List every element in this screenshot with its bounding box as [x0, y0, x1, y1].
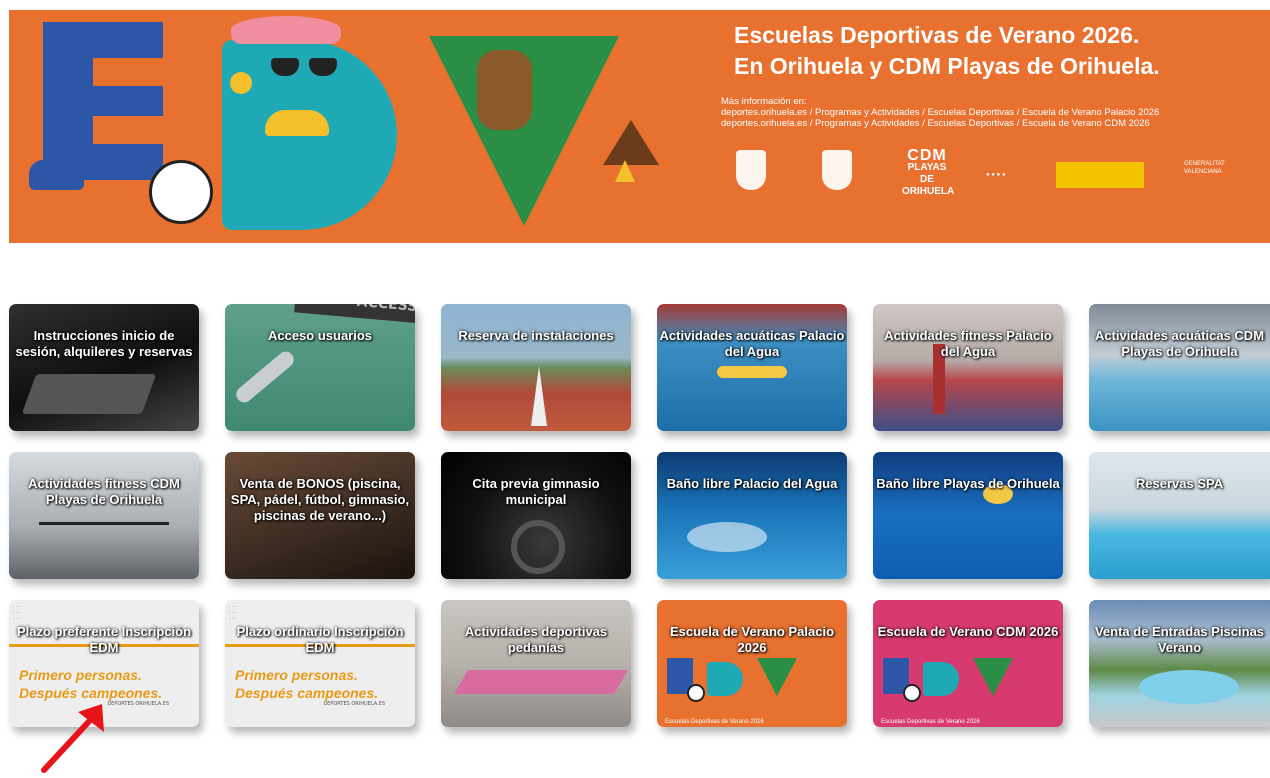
- track-lane-line: [531, 366, 547, 426]
- tile-label: Actividades acuáticas Palacio del Agua: [659, 328, 845, 359]
- generalitat-text: GENERALITAT VALENCIANA: [1184, 161, 1225, 175]
- tile-acuaticas-palacio[interactable]: Actividades acuáticas Palacio del Agua: [657, 304, 847, 431]
- tile-label: Venta de Entradas Piscinas Verano: [1094, 624, 1265, 655]
- sponsor-logos: CDM PLAYAS DE ORIHUELA ● ● ● ● GENERALIT…: [724, 147, 1259, 200]
- banner-info-heading: Más información en:: [721, 96, 807, 107]
- tile-bano-libre-palacio[interactable]: Baño libre Palacio del Agua: [657, 452, 847, 579]
- sun-hat-icon: [231, 16, 341, 44]
- tile-footer-text: Escuelas Deportivas de Verano 2026: [665, 719, 764, 725]
- tile-plazo-ordinario[interactable]: · · · · · · · · · Plazo ordinario Inscripc…: [225, 600, 415, 727]
- tile-venta-entradas-piscinas[interactable]: Venta de Entradas Piscinas Verano: [1089, 600, 1270, 727]
- tile-label: Acceso usuarios: [267, 328, 373, 343]
- swimmer-graphic: [717, 366, 787, 378]
- tile-label: Actividades fitness Palacio del Agua: [884, 328, 1052, 359]
- tile-escuela-verano-cdm[interactable]: Escuela de Verano CDM 2026 Escuelas Depo…: [873, 600, 1063, 727]
- soccer-ball-icon: [149, 160, 213, 224]
- tile-slogan: Primero personas. Después campeones.: [19, 666, 162, 702]
- dumbbell-icon: [511, 520, 565, 574]
- yoga-mat-graphic: [454, 670, 628, 694]
- tile-label: Actividades deportivas pedanías: [464, 624, 608, 655]
- tile-label: Cita previa gimnasio municipal: [472, 476, 600, 507]
- concejalia-deportes-logo: [822, 150, 852, 190]
- tree-icon: [615, 160, 635, 182]
- tile-bano-libre-playas[interactable]: Baño libre Playas de Orihuela: [873, 452, 1063, 579]
- gobierno-espana-logo: [1056, 162, 1144, 188]
- hero-banner[interactable]: Escuelas Deportivas de Verano 2026. En O…: [9, 10, 1270, 243]
- bikini-icon: [265, 110, 329, 136]
- splash-graphic: [687, 522, 767, 552]
- tile-actividades-pedanias[interactable]: Actividades deportivas pedanías: [441, 600, 631, 727]
- orihuela-city-shield-logo: [736, 150, 766, 190]
- tile-venta-bonos[interactable]: Venta de BONOS (piscina, SPA, pádel, fút…: [225, 452, 415, 579]
- cdm-logo-line-3: ORIHUELA: [902, 186, 955, 197]
- cdm-playas-orihuela-logo: CDM PLAYAS DE ORIHUELA: [902, 147, 954, 198]
- tile-cita-gimnasio[interactable]: Cita previa gimnasio municipal: [441, 452, 631, 579]
- tile-reserva-instalaciones[interactable]: Reserva de instalaciones: [441, 304, 631, 431]
- tile-label: Baño libre Palacio del Agua: [666, 476, 838, 491]
- edv-logo-graphic: [667, 652, 837, 702]
- banner-info: Más información en: deportes.orihuela.es…: [721, 96, 1159, 129]
- slogan-line-2: Después campeones.: [235, 685, 379, 701]
- mountain-icon: [603, 120, 659, 165]
- cdm-logo-line-2: PLAYAS DE: [907, 162, 947, 185]
- banner-title-line-2: En Orihuela y CDM Playas de Orihuela.: [734, 53, 1160, 79]
- tile-acceso-usuarios[interactable]: ACCESS Acceso usuarios: [225, 304, 415, 431]
- banner-title: Escuelas Deportivas de Verano 2026. En O…: [734, 20, 1160, 82]
- letter-e-graphic: [43, 22, 163, 180]
- slogan-line-1: Primero personas.: [19, 667, 142, 683]
- tile-fitness-cdm[interactable]: Actividades fitness CDM Playas de Orihue…: [9, 452, 199, 579]
- tile-slogan: Primero personas. Después campeones.: [235, 666, 378, 702]
- tile-label: Escuela de Verano CDM 2026: [877, 624, 1059, 639]
- laptop-graphic: [21, 374, 157, 414]
- tile-label: Actividades fitness CDM Playas de Orihue…: [28, 476, 180, 507]
- sunglasses-icon: [271, 58, 341, 78]
- generalitat-valenciana-logo: GENERALITAT VALENCIANA: [1184, 160, 1254, 204]
- edv-logo-graphic: [883, 652, 1053, 702]
- tile-small-text: · · · · · · · · ·: [13, 604, 21, 622]
- key-icon: [233, 348, 297, 406]
- slogan-line-1: Primero personas.: [235, 667, 358, 683]
- pool-graphic: [1139, 670, 1239, 704]
- tile-label: Plazo ordinario Inscripción EDM: [236, 624, 404, 655]
- tile-label: Instrucciones inicio de sesión, alquiler…: [15, 328, 193, 359]
- tile-fitness-palacio[interactable]: Actividades fitness Palacio del Agua: [873, 304, 1063, 431]
- tile-label: Reserva de instalaciones: [458, 328, 614, 343]
- recovery-plan-logo: ● ● ● ●: [986, 172, 1006, 178]
- banner-info-link-2: deportes.orihuela.es / Programas y Activ…: [721, 118, 1150, 129]
- banner-info-link-1: deportes.orihuela.es / Programas y Activ…: [721, 107, 1160, 118]
- tile-label: Venta de BONOS (piscina, SPA, pádel, fút…: [230, 476, 410, 523]
- banner-title-line-1: Escuelas Deportivas de Verano 2026.: [734, 22, 1140, 48]
- tile-label: Actividades acuáticas CDM Playas de Orih…: [1094, 328, 1265, 359]
- bikes-graphic: [39, 522, 169, 555]
- cdm-logo-text: CDM: [907, 147, 947, 164]
- tile-instructions[interactable]: Instrucciones inicio de sesión, alquiler…: [9, 304, 199, 431]
- tile-label: Reservas SPA: [1135, 476, 1224, 491]
- tile-label: Baño libre Playas de Orihuela: [876, 476, 1060, 491]
- tile-small-text: · · · · · · · · ·: [229, 604, 237, 622]
- access-sign: ACCESS: [294, 304, 415, 324]
- red-arrow-icon: [41, 704, 104, 773]
- tile-acuaticas-cdm[interactable]: Actividades acuáticas CDM Playas de Orih…: [1089, 304, 1270, 431]
- tile-label: Plazo preferente Inscripción EDM: [16, 624, 192, 655]
- tile-footer-text: DEPORTES ORIHUELA.ES: [323, 701, 385, 707]
- backpack-icon: [477, 50, 532, 130]
- tile-escuela-verano-palacio[interactable]: Escuela de Verano Palacio 2026 Escuelas …: [657, 600, 847, 727]
- tile-label: Escuela de Verano Palacio 2026: [669, 624, 835, 655]
- tile-reservas-spa[interactable]: Reservas SPA: [1089, 452, 1270, 579]
- tile-footer-text: Escuelas Deportivas de Verano 2026: [881, 719, 980, 725]
- running-shoe-icon: [29, 160, 84, 190]
- sun-icon: [230, 72, 252, 94]
